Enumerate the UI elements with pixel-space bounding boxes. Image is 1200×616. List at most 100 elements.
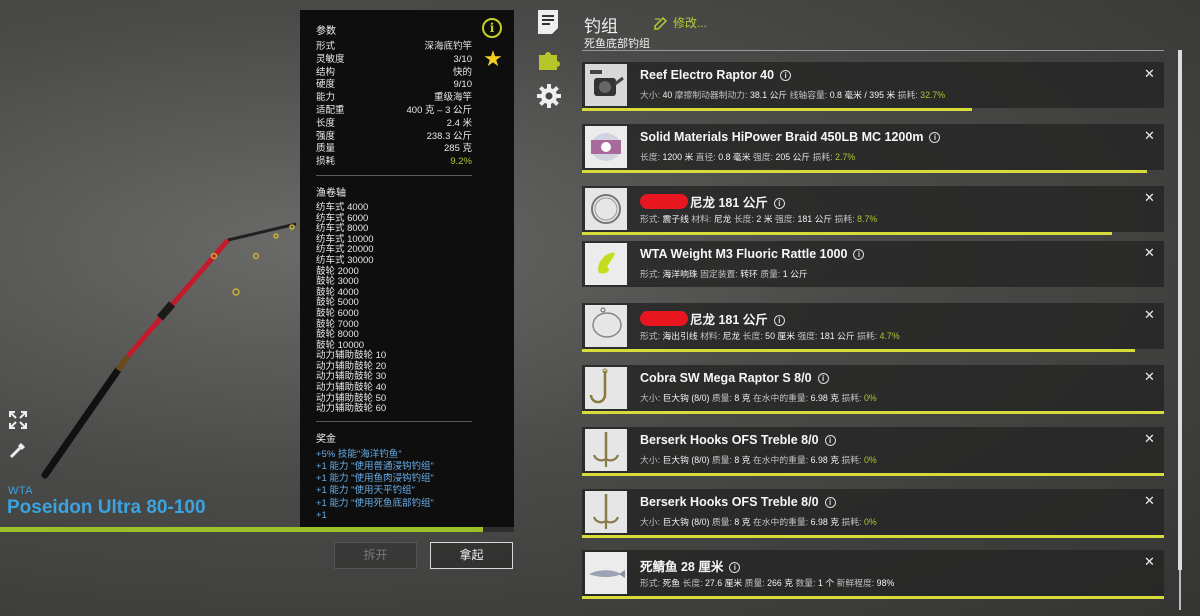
edit-label: 修改... <box>673 16 708 30</box>
wear-value: 0% <box>863 455 877 465</box>
desc-label: 长度: <box>740 331 766 341</box>
tool-icon[interactable] <box>8 440 28 460</box>
rig-item[interactable]: 尼龙 181 公斤 i 形式: 震子线 材料: 尼龙 长度: 2 米 强度: 181… <box>582 186 1164 235</box>
desc-label: 强度: <box>772 214 798 224</box>
bonus-item: +1 能力 "使用死鱼底部钓组" <box>316 497 434 509</box>
desc-label: 强度: <box>750 152 776 162</box>
disassemble-button[interactable]: 拆开 <box>334 542 417 569</box>
rig-item[interactable]: WTA Weight M3 Fluoric Rattle 1000 i 形式: 海洋… <box>582 241 1164 287</box>
item-name-text: 尼龙 181 公斤 <box>690 313 768 327</box>
desc-label: 质量: <box>742 578 768 588</box>
item-name: 尼龙 181 公斤 i <box>640 192 785 211</box>
durability-bar <box>582 170 1147 173</box>
expand-icon[interactable] <box>8 410 28 430</box>
param-label: 形式 <box>316 41 336 52</box>
divider <box>316 174 472 176</box>
wear-value: 4.7% <box>879 331 900 341</box>
item-thumbnail <box>585 552 627 594</box>
desc-label: 长度: <box>640 152 663 162</box>
rig-item[interactable]: Berserk Hooks OFS Treble 8/0 i 大小: 巨大钩 (8/… <box>582 427 1164 476</box>
close-icon[interactable]: ✕ <box>1144 431 1155 447</box>
gear-icon[interactable] <box>536 83 562 109</box>
param-label: 长度 <box>316 117 336 129</box>
item-description: 大小: 巨大钩 (8/0) 质量: 8 克 在水中的重量: 6.98 克 损耗:… <box>640 391 877 404</box>
desc-value: 海出引线 <box>662 331 698 341</box>
bonus-title: 奖金 <box>316 433 336 445</box>
desc-label: 损耗: <box>832 214 858 224</box>
param-label: 灵敏度 <box>316 53 345 65</box>
desc-label: 在水中的重量: <box>750 393 811 403</box>
close-icon[interactable]: ✕ <box>1144 369 1155 385</box>
desc-label: 损耗: <box>895 90 921 100</box>
param-value: 2.4 米 <box>446 117 472 129</box>
desc-value: 50 厘米 <box>765 331 795 341</box>
pickup-button[interactable]: 拿起 <box>430 542 513 569</box>
close-icon[interactable]: ✕ <box>1144 66 1155 82</box>
desc-label: 大小: <box>640 393 663 403</box>
info-icon[interactable]: i <box>729 562 741 573</box>
info-icon[interactable]: i <box>824 497 836 508</box>
desc-label: 摩擦制动器制动力: <box>672 90 750 100</box>
info-icon[interactable]: i <box>817 373 829 384</box>
info-icon[interactable]: i <box>824 435 836 446</box>
param-row: 质量 285 克 <box>316 143 472 156</box>
param-value: 重级海竿 <box>433 92 472 104</box>
rig-item[interactable]: 尼龙 181 公斤 i 形式: 海出引线 材料: 尼龙 长度: 50 厘米 强度: … <box>582 303 1164 352</box>
desc-value: 巨大钩 (8/0) <box>662 455 710 465</box>
desc-label: 损耗: <box>839 393 864 403</box>
desc-label: 形式: <box>640 331 663 341</box>
durability-bar <box>582 232 1112 235</box>
pen-icon <box>654 16 668 30</box>
rig-item[interactable]: Berserk Hooks OFS Treble 8/0 i 大小: 巨大钩 (8/… <box>582 489 1164 538</box>
rod-preview: WTA Poseidon Ultra 80-100 <box>0 0 300 532</box>
desc-label: 强度: <box>795 331 820 341</box>
close-icon[interactable]: ✕ <box>1144 128 1155 144</box>
desc-value: 6.98 克 <box>810 393 839 403</box>
close-icon[interactable]: ✕ <box>1144 307 1155 323</box>
item-name-text: Berserk Hooks OFS Treble 8/0 <box>640 495 819 509</box>
edit-rig-button[interactable]: 修改... <box>654 14 707 31</box>
desc-label: 材料: <box>688 214 714 224</box>
item-name: Cobra SW Mega Raptor S 8/0 i <box>640 371 829 385</box>
info-icon[interactable]: i <box>780 70 792 81</box>
info-icon[interactable]: i <box>773 198 785 209</box>
close-icon[interactable]: ✕ <box>1144 554 1155 570</box>
info-icon[interactable]: i <box>482 18 502 38</box>
desc-value: 6.98 克 <box>810 455 839 465</box>
param-value: 400 克 – 3 公斤 <box>406 104 472 116</box>
item-name: WTA Weight M3 Fluoric Rattle 1000 i <box>640 247 865 261</box>
desc-label: 大小: <box>640 90 663 100</box>
param-value: 238.3 公斤 <box>426 130 472 142</box>
wear-value: 32.7% <box>920 90 946 100</box>
puzzle-icon[interactable] <box>536 46 562 72</box>
bonus-item: +1 能力 "使用鱼肉浸钩钓组" <box>316 473 434 485</box>
item-name: Solid Materials HiPower Braid 450LB MC 1… <box>640 130 941 144</box>
param-row: 强度 238.3 公斤 <box>316 131 472 144</box>
star-icon[interactable]: ★ <box>482 48 504 70</box>
rig-item[interactable]: Cobra SW Mega Raptor S 8/0 i 大小: 巨大钩 (8/0)… <box>582 365 1164 414</box>
close-icon[interactable]: ✕ <box>1144 493 1155 509</box>
desc-label: 形式: <box>640 269 663 279</box>
info-icon[interactable]: i <box>853 249 865 260</box>
rig-item[interactable]: 死鲭鱼 28 厘米 i 形式: 死鱼 长度: 27.6 厘米 质量: 266 克 数… <box>582 550 1164 599</box>
reels-title: 渔卷轴 <box>316 187 346 199</box>
desc-label: 在水中的重量: <box>750 517 811 527</box>
param-label: 结构 <box>316 66 336 78</box>
info-icon[interactable]: i <box>929 132 941 143</box>
durability-bar <box>582 411 1164 414</box>
rod-stats-panel: 参数 形式 深海底钓竿 灵敏度 3/10 结构 快的 硬度 9/10 能力 重级海竿 适配重 400 … <box>300 10 514 527</box>
rig-item[interactable]: Solid Materials HiPower Braid 450LB MC 1… <box>582 124 1164 173</box>
scrollbar-thumb[interactable] <box>1178 50 1182 570</box>
close-icon[interactable]: ✕ <box>1144 245 1155 261</box>
desc-label: 大小: <box>640 517 663 527</box>
desc-value: 1 公斤 <box>782 269 808 279</box>
document-icon[interactable] <box>536 9 562 35</box>
item-description: 形式: 死鱼 长度: 27.6 厘米 质量: 266 克 数量: 1 个 新鲜程… <box>640 576 894 589</box>
desc-value: 海洋响珠 <box>662 269 698 279</box>
wear-value: 2.7% <box>835 152 856 162</box>
item-thumbnail <box>585 491 627 533</box>
rig-item[interactable]: Reef Electro Raptor 40 i 大小: 40 摩擦制动器制动力: … <box>582 62 1164 111</box>
close-icon[interactable]: ✕ <box>1144 190 1155 206</box>
desc-label: 数量: <box>793 578 818 588</box>
info-icon[interactable]: i <box>773 315 785 326</box>
